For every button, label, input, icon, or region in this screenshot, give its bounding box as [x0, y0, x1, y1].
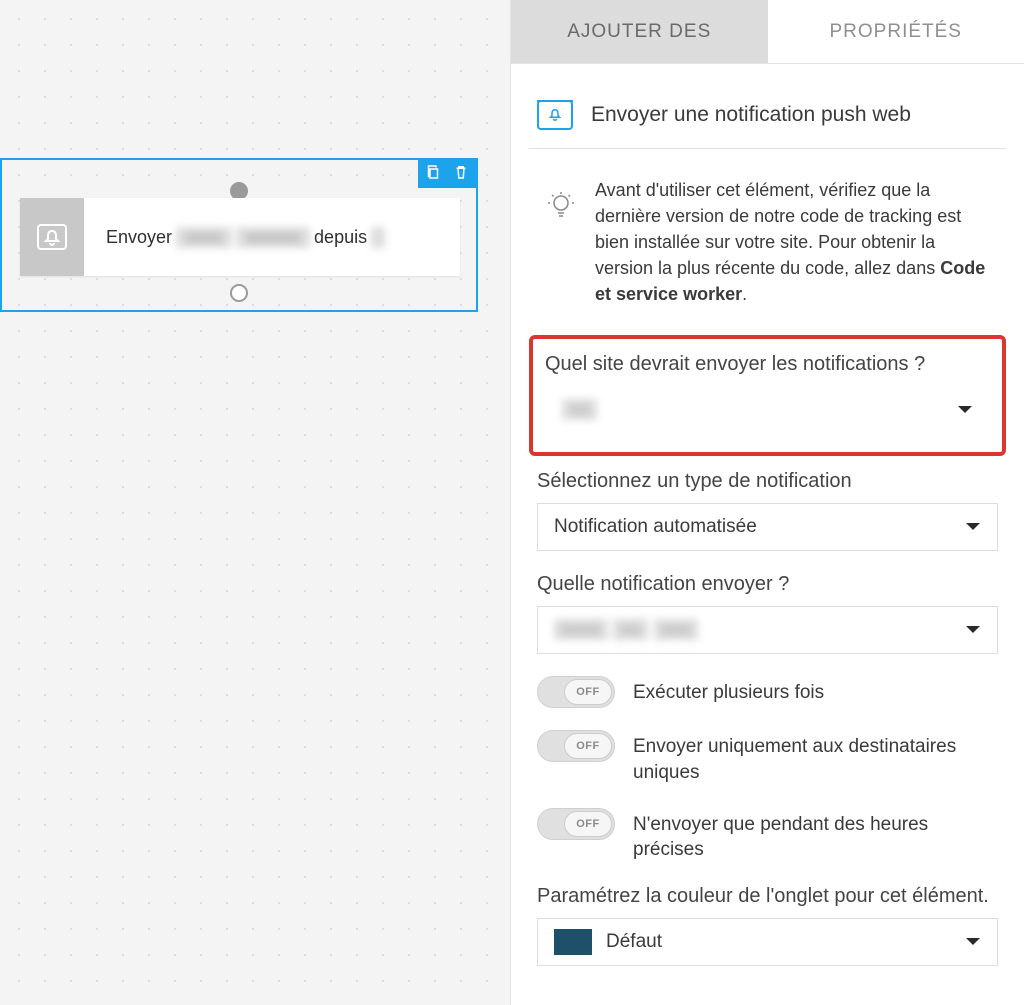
- toggle-hours: OFF N'envoyer que pendant des heures pré…: [521, 808, 1014, 863]
- toggle-label: Envoyer uniquement aux destinataires uni…: [633, 730, 998, 785]
- selected-node[interactable]: Envoyer xxxx xxxxxx depuis: [0, 158, 478, 312]
- which-label: Quelle notification envoyer ?: [537, 573, 998, 596]
- tab-properties[interactable]: PROPRIÉTÉS: [768, 0, 1024, 64]
- chevron-down-icon: [965, 619, 981, 641]
- section-header: Envoyer une notification push web: [529, 100, 1006, 149]
- toggle-knob-label: OFF: [564, 811, 612, 837]
- node-card[interactable]: Envoyer xxxx xxxxxx depuis: [20, 198, 460, 276]
- redacted-text: xx: [562, 399, 597, 421]
- lightbulb-icon: [545, 177, 577, 307]
- redacted-text: xxxx xx xxx: [554, 619, 698, 641]
- toggle-knob-label: OFF: [564, 733, 612, 759]
- color-value: Défaut: [606, 931, 662, 953]
- which-select[interactable]: xxxx xx xxx: [537, 606, 998, 654]
- type-value: Notification automatisée: [554, 516, 757, 538]
- toggle-switch[interactable]: OFF: [537, 676, 615, 708]
- field-color: Paramétrez la couleur de l'onglet pour c…: [521, 885, 1014, 966]
- toggle-switch[interactable]: OFF: [537, 730, 615, 762]
- connector-out[interactable]: [230, 284, 248, 302]
- workflow-canvas[interactable]: Envoyer xxxx xxxxxx depuis: [0, 0, 510, 1005]
- site-select[interactable]: xx: [545, 386, 990, 434]
- field-site: Quel site devrait envoyer les notificati…: [529, 335, 1006, 456]
- toggle-unique: OFF Envoyer uniquement aux destinataires…: [521, 730, 1014, 785]
- node-text-prefix: Envoyer: [106, 227, 172, 248]
- toggle-label: N'envoyer que pendant des heures précise…: [633, 808, 998, 863]
- redacted-text: xxxxxx: [236, 227, 310, 248]
- node-toolbar: [418, 160, 476, 188]
- bell-frame-icon: [20, 198, 84, 276]
- type-select[interactable]: Notification automatisée: [537, 503, 998, 551]
- node-title: Envoyer xxxx xxxxxx depuis: [84, 227, 385, 248]
- info-tip: Avant d'utiliser cet élément, vérifiez q…: [521, 149, 1014, 335]
- toggle-switch[interactable]: OFF: [537, 808, 615, 840]
- duplicate-icon[interactable]: [424, 163, 442, 186]
- field-type: Sélectionnez un type de notification Not…: [521, 470, 1014, 551]
- inspector-panel: AJOUTER DES PROPRIÉTÉS Envoyer une notif…: [510, 0, 1024, 1005]
- chevron-down-icon: [965, 931, 981, 953]
- toggle-label: Exécuter plusieurs fois: [633, 676, 824, 706]
- chevron-down-icon: [957, 399, 973, 421]
- delete-icon[interactable]: [452, 163, 470, 186]
- node-text-suffix: depuis: [314, 227, 367, 248]
- toggle-knob-label: OFF: [564, 679, 612, 705]
- type-label: Sélectionnez un type de notification: [537, 470, 998, 493]
- tab-add[interactable]: AJOUTER DES: [511, 0, 768, 64]
- panel-tabs: AJOUTER DES PROPRIÉTÉS: [511, 0, 1024, 64]
- chevron-down-icon: [965, 516, 981, 538]
- toggle-multiple: OFF Exécuter plusieurs fois: [521, 676, 1014, 708]
- field-which: Quelle notification envoyer ? xxxx xx xx…: [521, 573, 1014, 654]
- color-swatch: [554, 929, 592, 955]
- site-label: Quel site devrait envoyer les notificati…: [545, 353, 990, 376]
- redacted-text: xxxx: [176, 227, 232, 248]
- section-title: Envoyer une notification push web: [591, 103, 911, 127]
- color-label: Paramétrez la couleur de l'onglet pour c…: [537, 885, 998, 908]
- color-select[interactable]: Défaut: [537, 918, 998, 966]
- tip-text: Avant d'utiliser cet élément, vérifiez q…: [595, 177, 990, 307]
- redacted-text: [371, 227, 385, 248]
- bell-frame-icon: [537, 100, 573, 130]
